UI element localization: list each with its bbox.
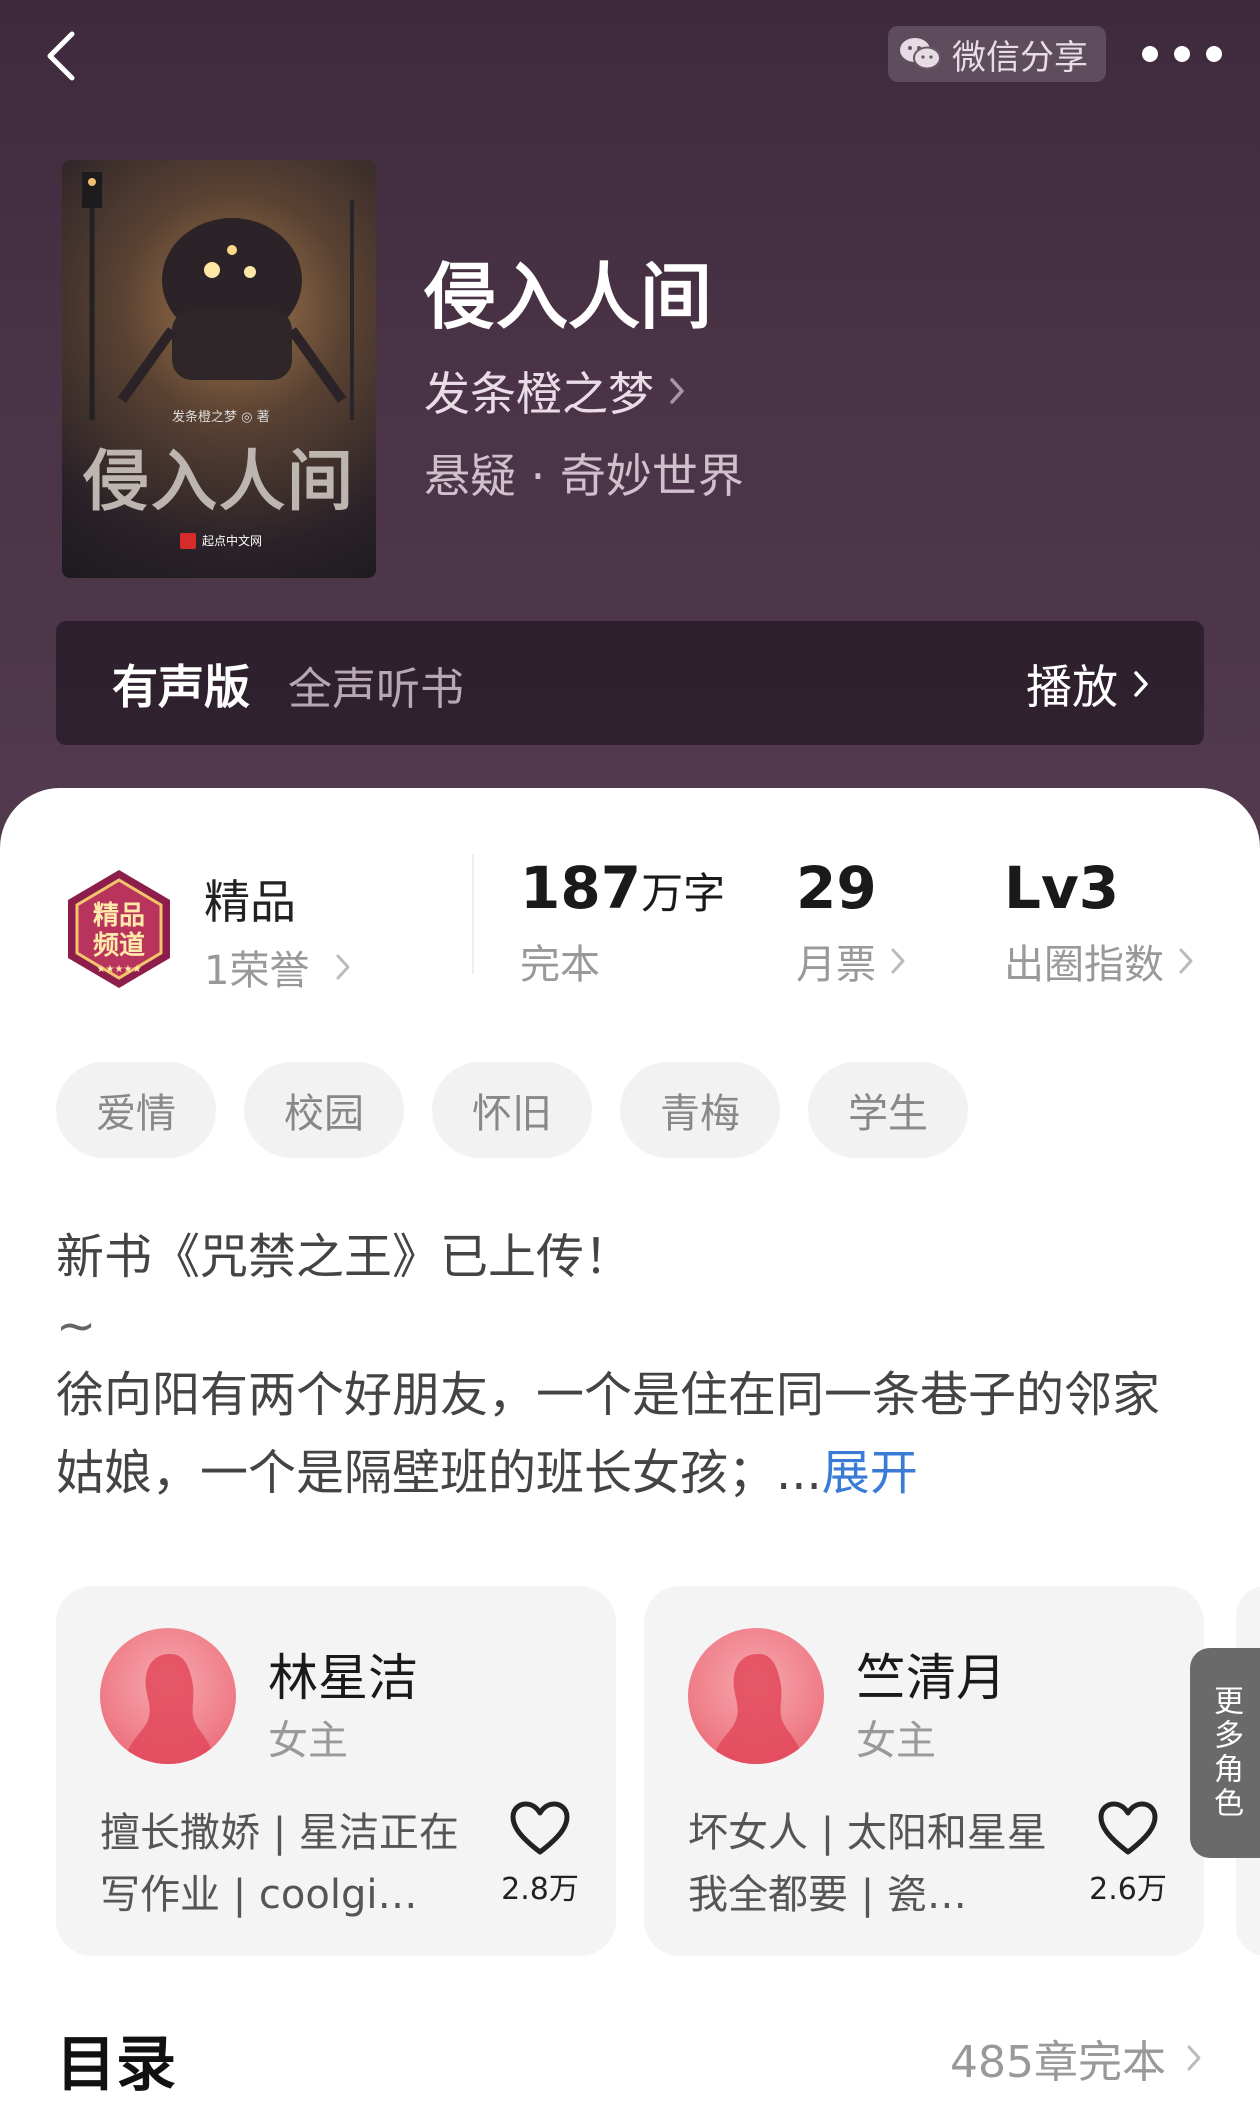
cover-publisher: 起点中文网: [180, 532, 262, 549]
expand-link[interactable]: 展开: [822, 1445, 918, 1501]
audio-version-bar[interactable]: 有声版 全声听书 播放: [56, 621, 1204, 745]
more-dot: [1174, 46, 1190, 62]
tag-chip[interactable]: 爱情: [56, 1062, 216, 1158]
stat-label: 出圈指数: [1004, 942, 1164, 988]
chevron-right-icon: [670, 378, 684, 404]
more-dot: [1206, 46, 1222, 62]
toc-summary: 485章完本: [950, 2037, 1166, 2088]
honor-link[interactable]: 1荣誉: [204, 938, 351, 996]
stat-label: 月票: [796, 942, 876, 988]
character-name: 林星洁: [268, 1649, 418, 1707]
more-options-icon[interactable]: [1142, 36, 1222, 72]
chevron-right-icon: [336, 954, 350, 980]
character-description: 擅长撒娇 | 星洁正在写作业 | coolgi…: [100, 1810, 459, 1918]
svg-text:精品: 精品: [93, 901, 145, 931]
tag-list: 爱情 校园 怀旧 青梅 学生: [56, 1062, 968, 1158]
like-count: 2.6万: [1089, 1872, 1167, 1907]
book-title: 侵入人间: [424, 254, 713, 339]
honor-count: 1荣誉: [204, 948, 310, 994]
wechat-share-label: 微信分享: [952, 37, 1088, 78]
character-card[interactable]: 竺清月 女主 坏女人 | 太阳和星星我全都要 | 瓷… 2.6万: [644, 1586, 1204, 1956]
back-arrow-icon[interactable]: [40, 28, 84, 84]
author-name: 发条橙之梦: [424, 367, 654, 421]
more-dot: [1142, 46, 1158, 62]
cover-author-text: 发条橙之梦 ◎ 著: [172, 410, 270, 425]
stat-value: 29: [796, 854, 877, 922]
more-roles-button[interactable]: 更多角色: [1190, 1648, 1260, 1858]
honor-title: 精品: [204, 875, 296, 929]
audio-version-label: 有声版: [112, 660, 250, 714]
stat-value: Lv3: [1004, 854, 1120, 922]
tag-chip[interactable]: 校园: [244, 1062, 404, 1158]
silhouette-icon: [712, 1654, 804, 1764]
audio-play-button[interactable]: 播放: [1026, 651, 1150, 717]
toc-title: 目录: [56, 2030, 176, 2100]
like-count: 2.8万: [501, 1872, 579, 1907]
character-description: 坏女人 | 太阳和星星我全都要 | 瓷…: [688, 1810, 1047, 1918]
intro-line: ~: [56, 1298, 97, 1354]
character-cards: 林星洁 女主 擅长撒娇 | 星洁正在写作业 | coolgi… 2.8万 竺清月…: [56, 1586, 1260, 1956]
audio-play-label: 播放: [1026, 660, 1118, 714]
wechat-icon: [900, 38, 941, 70]
stat-word-count: 187万字 完本: [520, 854, 725, 990]
intro-line: 新书《咒禁之王》已上传！: [56, 1229, 633, 1285]
book-intro: 新书《咒禁之王》已上传！ ~ 徐向阳有两个好朋友，一个是住在同一条巷子的邻家姑娘…: [56, 1218, 1206, 1512]
svg-text:★★★★★: ★★★★★: [97, 964, 142, 975]
heart-icon: [510, 1801, 570, 1855]
top-bar: 微信分享: [0, 0, 1260, 110]
audio-version-subtitle: 全声听书: [288, 664, 464, 715]
like-button[interactable]: 2.6万: [1084, 1800, 1172, 1908]
character-role: 女主: [856, 1718, 936, 1764]
book-cover[interactable]: 发条橙之梦 ◎ 著 侵入人间 起点中文网: [62, 160, 376, 578]
svg-text:频道: 频道: [93, 930, 145, 961]
tag-chip[interactable]: 怀旧: [432, 1062, 592, 1158]
stats-divider: [472, 854, 474, 974]
like-button[interactable]: 2.8万: [496, 1800, 584, 1908]
character-role: 女主: [268, 1718, 348, 1764]
book-genre: 悬疑 · 奇妙世界: [424, 449, 744, 503]
heart-icon: [1098, 1801, 1158, 1855]
cover-publisher-label: 起点中文网: [202, 534, 263, 548]
publisher-logo-icon: [180, 532, 196, 549]
chevron-right-icon: [1134, 671, 1148, 697]
tag-chip[interactable]: 学生: [808, 1062, 968, 1158]
character-avatar: [688, 1628, 824, 1764]
wechat-share-button[interactable]: 微信分享: [888, 26, 1106, 82]
stat-unit: 万字: [641, 869, 726, 918]
stat-monthly-votes[interactable]: 29 月票: [796, 854, 906, 990]
stat-value: 187: [520, 854, 642, 922]
character-card[interactable]: 林星洁 女主 擅长撒娇 | 星洁正在写作业 | coolgi… 2.8万: [56, 1586, 616, 1956]
toc-link[interactable]: 485章完本: [950, 2026, 1202, 2090]
intro-line: 徐向阳有两个好朋友，一个是住在同一条巷子的邻家姑娘，一个是隔壁班的班长女孩；..…: [56, 1367, 1161, 1501]
cover-title: 侵入人间: [83, 442, 355, 520]
more-roles-label: 更多角色: [1208, 1685, 1243, 1821]
chevron-right-icon: [891, 948, 905, 974]
stat-popularity-index[interactable]: Lv3 出圈指数: [1004, 854, 1194, 990]
author-link[interactable]: 发条橙之梦: [424, 358, 686, 424]
character-avatar: [100, 1628, 236, 1764]
silhouette-icon: [124, 1654, 216, 1764]
tag-chip[interactable]: 青梅: [620, 1062, 780, 1158]
chevron-right-icon: [1179, 948, 1193, 974]
stat-label: 完本: [520, 942, 600, 988]
chevron-right-icon: [1187, 2045, 1201, 2071]
premium-channel-badge-icon[interactable]: 精品 频道 ★★★★★: [56, 866, 182, 992]
character-name: 竺清月: [856, 1649, 1006, 1707]
